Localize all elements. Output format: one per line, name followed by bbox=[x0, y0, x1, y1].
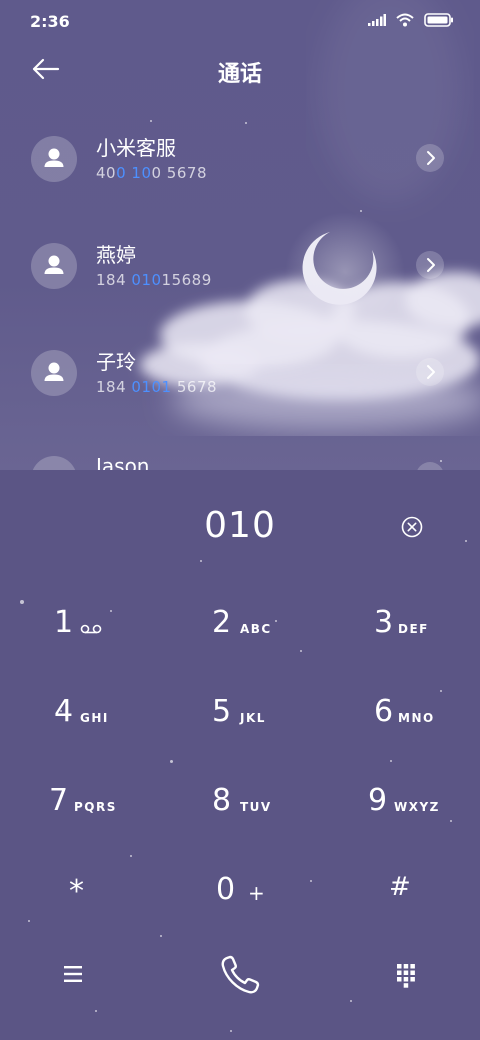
battery-icon bbox=[424, 13, 453, 27]
key-digit: * bbox=[69, 874, 84, 909]
contact-number: 400 100 5678 bbox=[96, 164, 207, 182]
chevron-right-icon bbox=[427, 258, 435, 272]
contact-row[interactable]: 燕婷 184 01015689 bbox=[0, 227, 480, 317]
key-letters: MNO bbox=[398, 711, 435, 725]
chevron-right-icon bbox=[427, 151, 435, 165]
contact-name: 小米客服 bbox=[96, 136, 176, 160]
key-5[interactable]: 5 JKL bbox=[160, 674, 320, 762]
avatar bbox=[31, 456, 77, 470]
contact-row[interactable]: Jason bbox=[0, 440, 480, 470]
person-icon bbox=[44, 148, 64, 167]
key-digit: 2 bbox=[212, 605, 232, 640]
contact-detail-button[interactable] bbox=[416, 251, 444, 279]
key-1[interactable]: 1 bbox=[0, 585, 160, 673]
key-3[interactable]: 3 DEF bbox=[320, 585, 480, 673]
key-digit: 0 bbox=[216, 872, 236, 907]
key-letters: GHI bbox=[80, 711, 109, 725]
key-4[interactable]: 4 GHI bbox=[0, 674, 160, 762]
key-digit: # bbox=[389, 872, 411, 902]
dialpad-toggle-button[interactable] bbox=[393, 960, 419, 988]
contact-row[interactable]: 子玲 184 0101 5678 bbox=[0, 334, 480, 424]
key-digit: 9 bbox=[368, 783, 388, 818]
clear-button[interactable] bbox=[400, 515, 424, 539]
dialpad-icon bbox=[397, 964, 415, 988]
key-letters: DEF bbox=[398, 622, 429, 636]
key-letters: + bbox=[248, 881, 267, 905]
contact-name: 子玲 bbox=[96, 350, 136, 374]
contact-name: Jason bbox=[96, 454, 150, 470]
key-0[interactable]: 0 + bbox=[160, 852, 320, 940]
contact-detail-button[interactable] bbox=[416, 358, 444, 386]
key-star[interactable]: * bbox=[0, 852, 160, 940]
key-digit: 7 bbox=[49, 783, 69, 818]
key-6[interactable]: 6 MNO bbox=[320, 674, 480, 762]
menu-button[interactable] bbox=[60, 962, 86, 986]
call-icon bbox=[221, 955, 260, 994]
key-2[interactable]: 2 ABC bbox=[160, 585, 320, 673]
contact-detail-button[interactable] bbox=[416, 144, 444, 172]
contact-detail-button[interactable] bbox=[416, 462, 444, 470]
avatar bbox=[31, 350, 77, 396]
wifi-icon bbox=[396, 13, 414, 27]
key-digit: 4 bbox=[54, 694, 74, 729]
key-letters: JKL bbox=[240, 711, 266, 725]
key-digit: 5 bbox=[212, 694, 232, 729]
chevron-right-icon bbox=[427, 365, 435, 379]
key-digit: 8 bbox=[212, 783, 232, 818]
contact-row[interactable]: 小米客服 400 100 5678 bbox=[0, 120, 480, 210]
key-digit: 1 bbox=[54, 605, 74, 640]
person-icon bbox=[44, 255, 64, 274]
contact-number: 184 0101 5678 bbox=[96, 378, 218, 396]
status-bar: 2:36 bbox=[0, 0, 480, 40]
status-time: 2:36 bbox=[30, 12, 70, 31]
voicemail-icon bbox=[80, 624, 102, 634]
avatar bbox=[31, 243, 77, 289]
avatar bbox=[31, 136, 77, 182]
key-letters: TUV bbox=[240, 800, 272, 814]
key-letters: PQRS bbox=[74, 800, 117, 814]
key-7[interactable]: 7 PQRS bbox=[0, 763, 160, 851]
clear-circle-icon bbox=[401, 516, 423, 538]
key-letters: ABC bbox=[240, 622, 272, 636]
contact-number: 184 01015689 bbox=[96, 271, 212, 289]
page-title: 通话 bbox=[217, 62, 262, 87]
key-9[interactable]: 9 WXYZ bbox=[320, 763, 480, 851]
signal-icon bbox=[368, 14, 386, 26]
key-digit: 6 bbox=[374, 694, 394, 729]
key-8[interactable]: 8 TUV bbox=[160, 763, 320, 851]
menu-icon bbox=[64, 966, 82, 982]
key-digit: 3 bbox=[374, 605, 394, 640]
contact-name: 燕婷 bbox=[96, 243, 136, 267]
person-icon bbox=[44, 362, 64, 381]
key-letters: WXYZ bbox=[394, 800, 440, 814]
contact-row-clipped[interactable]: Jason bbox=[0, 440, 480, 470]
call-button[interactable] bbox=[217, 952, 263, 998]
key-hash[interactable]: # bbox=[320, 852, 480, 940]
